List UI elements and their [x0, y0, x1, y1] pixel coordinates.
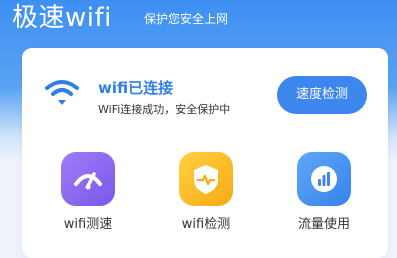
connection-status-title: wifi已连接	[98, 79, 174, 97]
connection-status-description: WiFi连接成功，安全保护中	[98, 103, 231, 116]
feature-label: wifi检测	[181, 217, 231, 232]
bar-chart-icon	[297, 152, 351, 206]
feature-label: 流量使用	[297, 217, 350, 232]
speedometer-icon	[61, 152, 115, 206]
app-subtitle: 保护您安全上网	[144, 12, 229, 26]
shield-pulse-icon	[179, 152, 233, 206]
app-title: 极速wifi	[12, 3, 112, 33]
feature-wifi-speed-test[interactable]: wifi测速	[48, 152, 128, 242]
wifi-icon	[44, 78, 80, 108]
wifi-status-card: wifi已连接 WiFi连接成功，安全保护中 速度检测 wifi测速 wifi检…	[22, 48, 388, 258]
feature-wifi-check[interactable]: wifi检测	[166, 152, 246, 242]
feature-label: wifi测速	[63, 217, 113, 232]
feature-data-usage[interactable]: 流量使用	[284, 152, 364, 242]
speed-test-button[interactable]: 速度检测	[277, 76, 367, 114]
